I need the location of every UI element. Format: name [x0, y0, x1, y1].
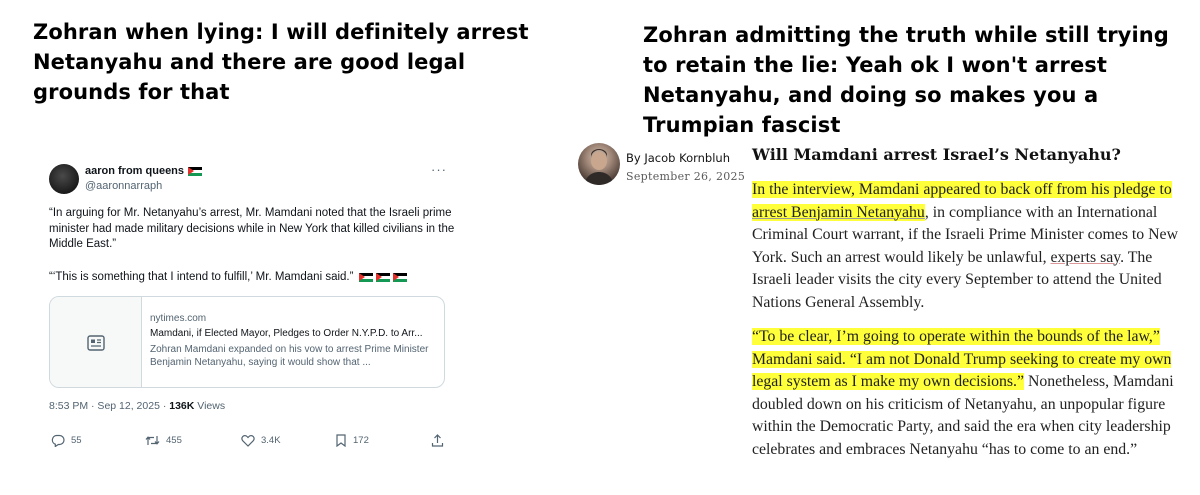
link-title[interactable]: Mamdani, if Elected Mayor, Pledges to Or… [150, 328, 440, 339]
highlighted-text: In the interview, Mamdani appeared to ba… [752, 181, 1172, 198]
reply-button[interactable]: 55 [51, 434, 82, 447]
flags-row [359, 273, 408, 283]
more-options-icon[interactable]: ··· [431, 162, 447, 177]
bookmark-icon [336, 434, 346, 447]
tweet-card[interactable]: aaron from queens @aaronnarraph ··· “In … [33, 150, 463, 470]
repost-icon [145, 436, 160, 445]
bookmark-count: 172 [353, 435, 369, 446]
link-domain: nytimes.com [150, 313, 207, 324]
like-button[interactable]: 3.4K [241, 434, 281, 447]
tweet-author[interactable]: aaron from queens [85, 165, 203, 177]
palestine-flag-icon [188, 166, 203, 176]
palestine-flag-icon [393, 273, 408, 283]
avatar[interactable] [49, 164, 79, 194]
tweet-text: “In arguing for Mr. Netanyahu’s arrest, … [49, 207, 455, 250]
reply-icon [51, 434, 65, 447]
timestamp-text[interactable]: 8:53 PM · Sep 12, 2025 · [49, 400, 169, 412]
tweet-actions: 55 455 3.4K 172 [51, 434, 451, 450]
views-label: Views [194, 400, 226, 412]
article-paragraph-2: “To be clear, I’m going to operate withi… [752, 326, 1184, 461]
experts-say-link[interactable]: experts say [1051, 249, 1121, 266]
like-count: 3.4K [261, 435, 281, 446]
author-avatar[interactable] [578, 143, 620, 185]
views-count: 136K [169, 400, 195, 412]
arrest-netanyahu-link[interactable]: arrest Benjamin Netanyahu [752, 203, 925, 221]
caption-right: Zohran admitting the truth while still t… [643, 23, 1169, 137]
tweet-text-quote: “‘This is something that I intend to ful… [49, 270, 459, 286]
author-link[interactable]: Jacob Kornbluh [644, 151, 730, 165]
article-headline: Will Mamdani arrest Israel’s Netanyahu? [752, 145, 1121, 164]
author-photo [584, 149, 614, 185]
bookmark-button[interactable]: 172 [335, 434, 369, 447]
article-date: September 26, 2025 [626, 170, 746, 183]
repost-button[interactable]: 455 [145, 434, 182, 447]
tweet-quote-text: “‘This is something that I intend to ful… [49, 271, 354, 283]
caption-left: Zohran when lying: I will definitely arr… [33, 20, 529, 104]
repost-count: 455 [166, 435, 182, 446]
heart-icon [241, 435, 255, 447]
link-preview-card[interactable]: nytimes.com Mamdani, if Elected Mayor, P… [49, 296, 445, 388]
palestine-flag-icon [376, 273, 391, 283]
byline-prefix: By [626, 151, 645, 165]
article-paragraph-1: In the interview, Mamdani appeared to ba… [752, 179, 1184, 314]
article-icon [50, 297, 142, 387]
share-icon [431, 434, 444, 447]
link-description: Zohran Mamdani expanded on his vow to ar… [150, 344, 429, 368]
share-button[interactable] [431, 434, 444, 447]
handle[interactable]: @aaronnarraph [85, 180, 162, 192]
byline: By Jacob Kornbluh [626, 151, 730, 165]
palestine-flag-icon [359, 273, 374, 283]
tweet-timestamp: 8:53 PM · Sep 12, 2025 · 136K Views [49, 400, 225, 412]
reply-count: 55 [71, 435, 82, 446]
display-name[interactable]: aaron from queens [85, 165, 184, 177]
